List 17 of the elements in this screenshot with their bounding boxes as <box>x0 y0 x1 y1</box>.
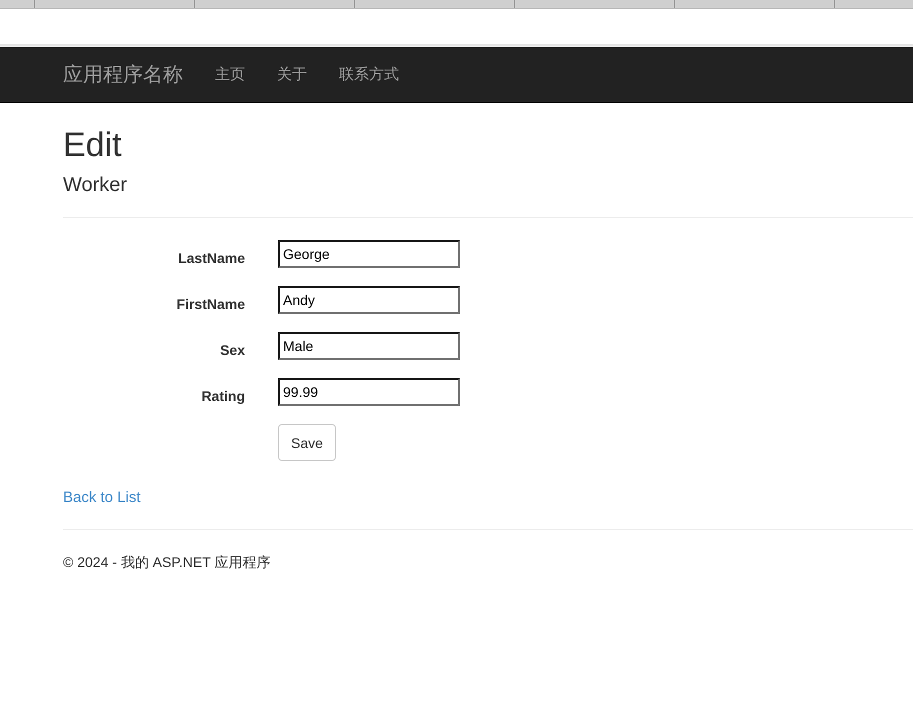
input-field[interactable]: 99.99 <box>278 378 460 406</box>
nav-link[interactable]: 联系方式 <box>339 65 399 84</box>
field-label: Sex <box>219 341 245 358</box>
page-title: Edit <box>63 125 123 165</box>
field-label: LastName <box>177 249 245 266</box>
field-label: FirstName <box>176 295 245 312</box>
nav-link[interactable]: 关于 <box>277 65 307 84</box>
page-subtitle: Worker <box>63 173 128 197</box>
input-field[interactable]: George <box>278 240 460 268</box>
field-label: Rating <box>200 387 245 404</box>
footer-text: © 2024 - 我的 ASP.NET 应用程序 <box>63 554 272 572</box>
save-button[interactable]: Save <box>278 424 336 461</box>
back-link[interactable]: Back to List <box>63 489 141 506</box>
input-field[interactable]: Andy <box>278 286 460 314</box>
input-field[interactable]: Male <box>278 332 460 360</box>
nav-link[interactable]: 主页 <box>215 65 245 84</box>
brand-link[interactable]: 应用程序名称 <box>63 61 183 88</box>
